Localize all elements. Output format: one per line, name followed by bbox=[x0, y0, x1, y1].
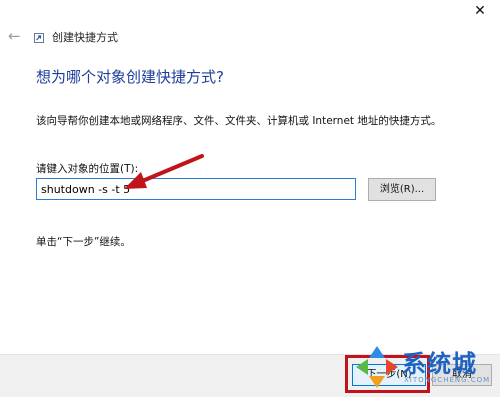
description-text: 该向导帮你创建本地或网络程序、文件、文件夹、计算机或 Internet 地址的快… bbox=[36, 115, 442, 127]
close-icon[interactable]: ✕ bbox=[474, 3, 486, 19]
next-button[interactable]: 下一步(N) bbox=[352, 364, 426, 386]
browse-button[interactable]: 浏览(R)... bbox=[368, 178, 436, 201]
close-button[interactable]: ✕ bbox=[460, 0, 500, 24]
location-label: 请键入对象的位置(T): bbox=[36, 163, 139, 175]
back-button[interactable]: ← bbox=[8, 27, 26, 45]
continue-hint: 单击“下一步”继续。 bbox=[36, 236, 131, 248]
window-title: 创建快捷方式 bbox=[52, 31, 118, 44]
create-shortcut-window: ✕ ← 创建快捷方式 想为哪个对象创建快捷方式? 该向导帮你创建本地或网络程序、… bbox=[0, 0, 500, 397]
shortcut-icon bbox=[34, 33, 44, 43]
cancel-button[interactable]: 取消 bbox=[432, 364, 492, 386]
page-heading: 想为哪个对象创建快捷方式? bbox=[36, 68, 224, 86]
back-arrow-icon[interactable]: ← bbox=[8, 27, 21, 45]
location-input[interactable] bbox=[36, 178, 356, 200]
